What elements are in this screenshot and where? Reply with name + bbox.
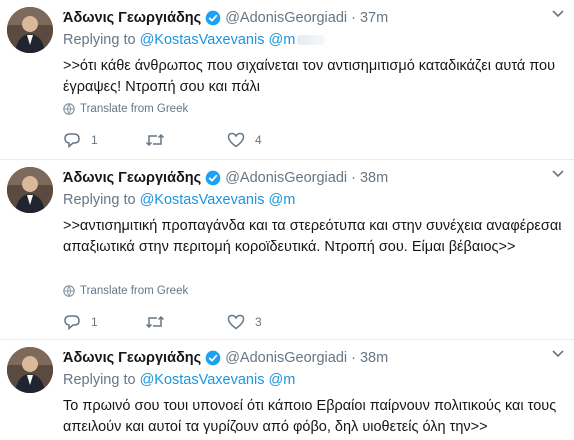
tweet-text: Το πρωινό σου τουι υπονοεί ότι κάποιο Εβ… (63, 398, 557, 435)
separator-dot: · (351, 170, 356, 186)
tweet-actions: 1 3 (63, 314, 309, 330)
avatar-photo-icon (7, 7, 53, 53)
tweet-actions: 1 4 (63, 132, 309, 148)
retweet-button[interactable] (145, 132, 227, 148)
verified-badge-icon (205, 170, 221, 186)
reply-user-link[interactable]: @KostasVaxevanis (140, 372, 265, 388)
like-icon (227, 314, 245, 330)
avatar[interactable] (7, 347, 53, 393)
tweet[interactable]: Άδωνις Γεωργιάδης @AdonisGeorgiadi · 38m… (0, 340, 574, 440)
reply-user-link[interactable]: @m (268, 32, 295, 48)
replying-to: Replying to @KostasVaxevanis @m (63, 192, 295, 208)
timestamp[interactable]: 38m (360, 350, 388, 366)
like-button[interactable]: 3 (227, 314, 309, 330)
avatar-photo-icon (7, 347, 53, 393)
retweet-icon (145, 133, 165, 147)
translate-link[interactable]: Translate from Greek (63, 103, 188, 115)
tweet-text: >>ότι κάθε άνθρωπος που σιχαίνεται τον α… (63, 58, 556, 95)
reply-count: 1 (91, 315, 98, 329)
reply-icon (64, 133, 80, 148)
like-count: 3 (255, 315, 262, 329)
replying-to: Replying to @KostasVaxevanis @m (63, 372, 295, 388)
user-handle[interactable]: @AdonisGeorgiadi (225, 10, 347, 26)
avatar[interactable] (7, 167, 53, 213)
avatar[interactable] (7, 7, 53, 53)
timestamp[interactable]: 38m (360, 170, 388, 186)
translate-link[interactable]: Translate from Greek (63, 285, 188, 297)
display-name[interactable]: Άδωνις Γεωργιάδης (63, 170, 201, 186)
tweet-text: >>αντισημιτική προπαγάνδα και τα στερεότ… (63, 218, 562, 255)
reply-button[interactable]: 1 (63, 132, 145, 148)
translate-label: Translate from Greek (80, 103, 189, 115)
translate-label: Translate from Greek (80, 285, 189, 297)
tweet-header: Άδωνις Γεωργιάδης @AdonisGeorgiadi · 38m (63, 168, 388, 188)
caret-down-icon[interactable] (552, 170, 564, 178)
like-button[interactable]: 4 (227, 132, 309, 148)
redacted-handle (297, 35, 326, 46)
like-icon (227, 132, 245, 148)
display-name[interactable]: Άδωνις Γεωργιάδης (63, 10, 201, 26)
reply-user-link[interactable]: @m (268, 372, 295, 388)
tweet[interactable]: Άδωνις Γεωργιάδης @AdonisGeorgiadi · 38m… (0, 160, 574, 340)
reply-button[interactable]: 1 (63, 314, 145, 330)
user-handle[interactable]: @AdonisGeorgiadi (225, 170, 347, 186)
tweet-header: Άδωνις Γεωργιάδης @AdonisGeorgiadi · 38m (63, 348, 388, 368)
replying-to-label: Replying to (63, 192, 136, 208)
caret-down-icon[interactable] (552, 350, 564, 358)
separator-dot: · (351, 10, 356, 26)
caret-down-icon[interactable] (552, 10, 564, 18)
verified-badge-icon (205, 10, 221, 26)
retweet-button[interactable] (145, 314, 227, 330)
retweet-icon (145, 315, 165, 329)
reply-icon (64, 315, 80, 330)
tweet-header: Άδωνις Γεωργιάδης @AdonisGeorgiadi · 37m (63, 8, 388, 28)
replying-to-label: Replying to (63, 32, 136, 48)
globe-icon (63, 285, 75, 297)
reply-count: 1 (91, 133, 98, 147)
separator-dot: · (351, 350, 356, 366)
display-name[interactable]: Άδωνις Γεωργιάδης (63, 350, 201, 366)
verified-badge-icon (205, 350, 221, 366)
avatar-photo-icon (7, 167, 53, 213)
timestamp[interactable]: 37m (360, 10, 388, 26)
like-count: 4 (255, 133, 262, 147)
replying-to-label: Replying to (63, 372, 136, 388)
reply-user-link[interactable]: @KostasVaxevanis (140, 32, 265, 48)
user-handle[interactable]: @AdonisGeorgiadi (225, 350, 347, 366)
reply-user-link[interactable]: @m (268, 192, 295, 208)
reply-user-link[interactable]: @KostasVaxevanis (140, 192, 265, 208)
tweet[interactable]: Άδωνις Γεωργιάδης @AdonisGeorgiadi · 37m… (0, 0, 574, 160)
globe-icon (63, 103, 75, 115)
replying-to: Replying to @KostasVaxevanis @m (63, 32, 326, 48)
